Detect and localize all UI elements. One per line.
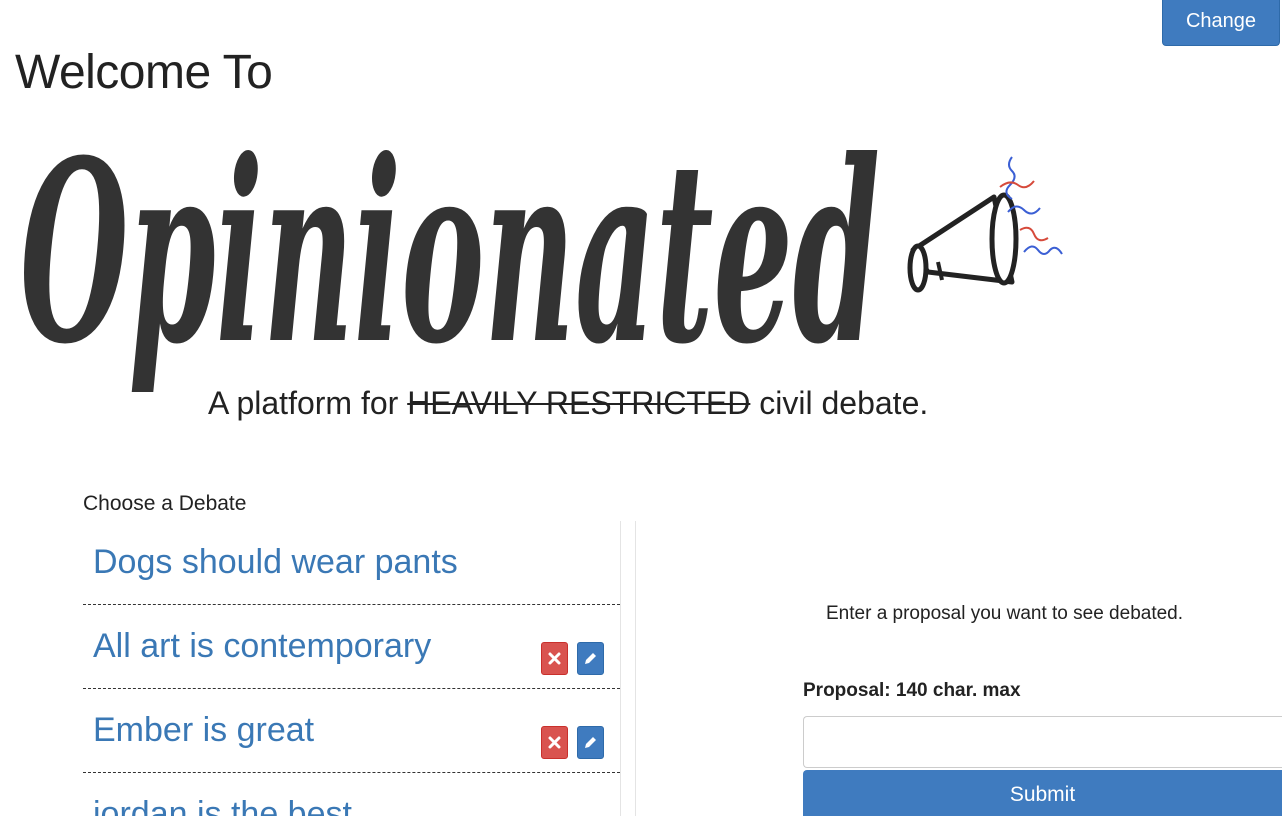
debate-list-item: Dogs should wear pants [83, 521, 620, 605]
submit-button[interactable]: Submit [803, 770, 1282, 816]
logo-wordmark-text: Opinionated [20, 112, 880, 399]
tagline: A platform for HEAVILY RESTRICTED civil … [208, 385, 928, 422]
debate-link[interactable]: All art is contemporary [93, 627, 431, 666]
megaphone-icon [907, 156, 1063, 293]
debate-list-item: jordan is the best [83, 773, 620, 816]
debate-list-item: Ember is great [83, 689, 620, 773]
pencil-icon [585, 653, 596, 664]
debate-link[interactable]: jordan is the best [93, 795, 352, 816]
close-icon [548, 652, 561, 665]
edit-debate-button[interactable] [577, 726, 604, 759]
choose-debate-label: Choose a Debate [83, 492, 247, 515]
delete-debate-button[interactable] [541, 642, 568, 675]
debate-list: Dogs should wear pants All art is contem… [83, 521, 620, 816]
debate-list-item: All art is contemporary [83, 605, 620, 689]
proposal-field-label: Proposal: 140 char. max [803, 680, 1021, 701]
tagline-prefix: A platform for [208, 385, 408, 421]
pencil-icon [585, 737, 596, 748]
tagline-struck-text: HEAVILY RESTRICTED [407, 385, 751, 421]
debate-link[interactable]: Ember is great [93, 711, 314, 750]
welcome-heading: Welcome To [15, 46, 273, 99]
edit-debate-button[interactable] [577, 642, 604, 675]
proposal-prompt: Enter a proposal you want to see debated… [826, 603, 1184, 624]
proposal-input[interactable] [803, 716, 1282, 768]
tagline-suffix: civil debate. [750, 385, 929, 421]
delete-debate-button[interactable] [541, 726, 568, 759]
change-password-button[interactable]: Change PW [1162, 0, 1280, 72]
close-icon [548, 736, 561, 749]
column-divider [620, 521, 636, 816]
debate-link[interactable]: Dogs should wear pants [93, 543, 458, 582]
